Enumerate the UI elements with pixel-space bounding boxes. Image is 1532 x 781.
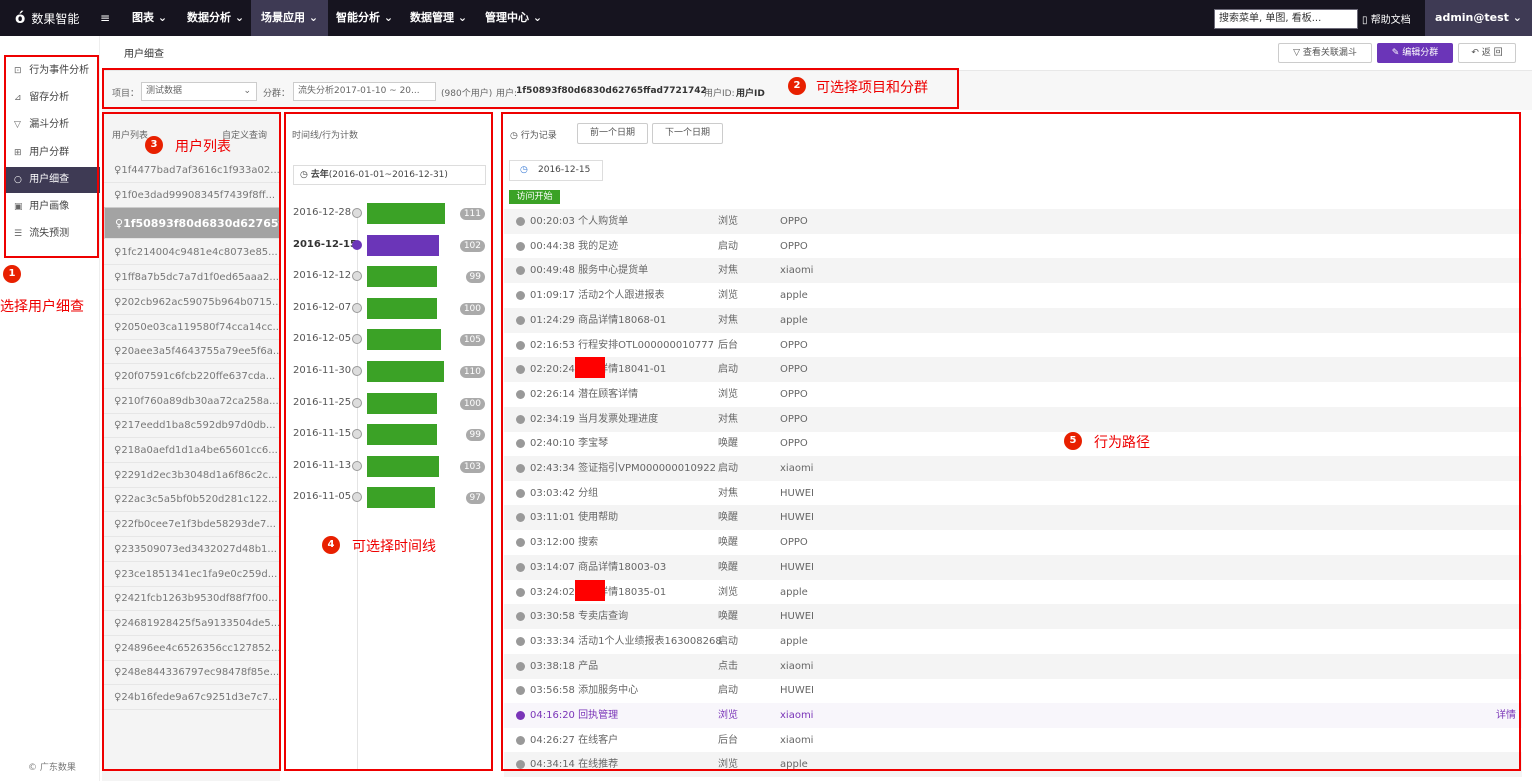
logo-text: 数果智能 [31,12,80,26]
search-input[interactable]: 搜索菜单, 单图, 看板... [1214,9,1358,29]
annotation-label-3: 用户列表 [175,139,231,155]
annotation-box-1 [4,55,99,258]
nav-data-analysis[interactable]: 数据分析 ⌄ [177,0,254,36]
annotation-box-5 [501,112,1521,771]
annotation-label-5: 行为路径 [1094,435,1150,451]
breadcrumb: 用户细查 [124,49,164,60]
nav-admin-center[interactable]: 管理中心 ⌄ [475,0,552,36]
app-logo[interactable]: ó 数果智能 [15,9,79,27]
annotation-box-4 [284,112,493,771]
menu-icon[interactable]: ≡ [100,11,110,25]
annotation-label-2: 可选择项目和分群 [816,80,928,96]
annotation-box-3 [102,112,281,771]
annotation-number-1: 1 [3,265,21,283]
nav-scenarios[interactable]: 场景应用 ⌄ [251,0,329,36]
logo-mark: ó [15,9,26,27]
nav-data-management[interactable]: 数据管理 ⌄ [400,0,477,36]
view-funnel-button[interactable]: ▽ 查看关联漏斗 [1278,43,1372,63]
annotation-number-2: 2 [788,77,806,95]
top-navbar: ó 数果智能 ≡ 图表 ⌄ 数据分析 ⌄ 场景应用 ⌄ 智能分析 ⌄ 数据管理 ⌄… [0,0,1532,36]
help-link[interactable]: ▯ 帮助文档 [1362,11,1411,26]
doc-icon: ▯ [1362,15,1371,26]
annotation-number-4: 4 [322,536,340,554]
edit-segment-button[interactable]: ✎ 编辑分群 [1377,43,1453,63]
help-label: 帮助文档 [1370,15,1411,26]
annotation-label-1: 选择用户细查 [0,299,84,315]
nav-smart-analysis[interactable]: 智能分析 ⌄ [326,0,403,36]
back-button[interactable]: ↶ 返 回 [1458,43,1516,63]
user-menu[interactable]: admin@test ⌄ [1425,0,1532,36]
copyright: © 广东数果 [28,763,76,773]
annotation-number-3: 3 [145,136,163,154]
nav-charts[interactable]: 图表 ⌄ [122,0,177,36]
annotation-label-4: 可选择时间线 [352,539,436,555]
annotation-number-5: 5 [1064,432,1082,450]
